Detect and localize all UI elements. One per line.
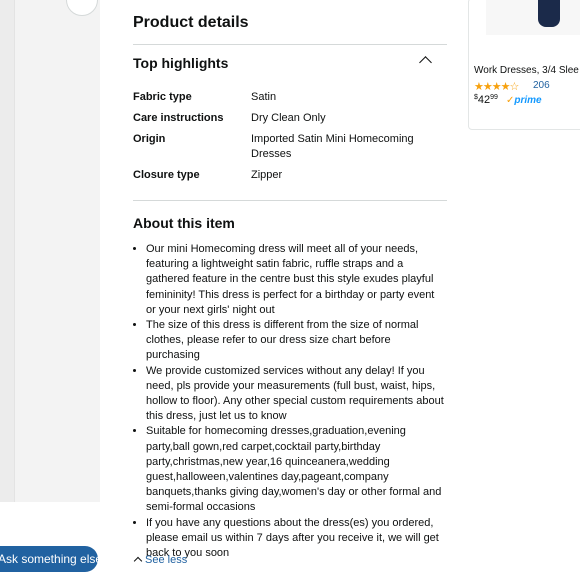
spec-value: Zipper [251,169,283,181]
price: $4299 [474,94,498,106]
chevron-up-icon[interactable] [419,56,432,69]
highlights-table: Fabric type Satin Care instructions Dry … [133,90,447,189]
product-title-link[interactable]: Work Dresses, 3/4 Slee [474,65,579,76]
product-image-edge [0,0,15,502]
table-row: Closure type Zipper [133,168,447,189]
about-bullet-list: Our mini Homecoming dress will meet all … [133,242,447,561]
table-row: Fabric type Satin [133,90,447,111]
spec-label: Origin [133,133,166,145]
rating-count-link[interactable]: 206 [533,80,550,91]
list-item: The size of this dress is different from… [146,318,447,364]
spec-label: Fabric type [133,91,192,103]
divider [133,44,447,45]
list-item: If you have any questions about the dres… [146,516,447,562]
spec-label: Care instructions [133,112,224,124]
list-item: Our mini Homecoming dress will meet all … [146,242,447,318]
spec-value: Satin [251,91,277,103]
see-less-label: See less [145,554,188,566]
prime-badge: ✓prime [506,95,542,106]
sponsored-product-card[interactable]: Work Dresses, 3/4 Slee ★★★★☆ 206 $4299 ✓… [468,0,580,130]
star-rating-icon[interactable]: ★★★★☆ [474,80,519,93]
chevron-up-icon [133,556,143,566]
divider [133,200,447,201]
about-this-item-heading: About this item [133,215,235,231]
product-details-heading: Product details [133,14,249,31]
top-highlights-heading[interactable]: Top highlights [133,55,228,71]
price-fraction: 99 [490,94,498,101]
gallery-control-button[interactable] [66,0,98,16]
table-row: Origin Imported Satin Mini Homecoming Dr… [133,132,447,168]
dress-image [538,0,560,27]
see-less-link[interactable]: See less [133,554,187,566]
list-item: We provide customized services without a… [146,364,447,425]
table-row: Care instructions Dry Clean Only [133,111,447,132]
spec-label: Closure type [133,169,200,181]
ask-something-else-button[interactable]: Ask something else [0,546,102,572]
price-whole: 42 [477,94,491,106]
prime-label: prime [514,95,542,106]
image-gallery-panel [0,0,100,502]
list-item: Suitable for homecoming dresses,graduati… [146,424,447,515]
spec-value: Dry Clean Only [251,112,326,124]
spec-value: Imported Satin Mini Homecoming Dresses [251,133,414,160]
product-thumbnail[interactable] [486,0,580,35]
